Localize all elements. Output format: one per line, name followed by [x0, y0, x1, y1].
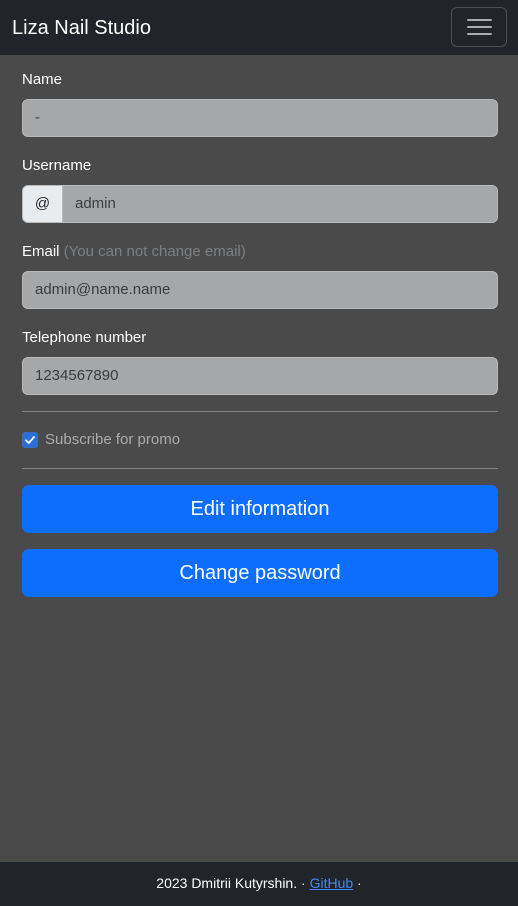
username-input-group: @ admin	[22, 185, 498, 223]
name-label: Name	[22, 71, 63, 88]
divider	[22, 468, 498, 469]
navbar-toggler-button[interactable]	[451, 7, 507, 47]
edit-information-button[interactable]: Edit information	[22, 485, 498, 533]
github-link[interactable]: GitHub	[310, 875, 354, 891]
email-field: admin@name.name	[22, 271, 498, 309]
footer-suffix: ·	[353, 875, 362, 891]
divider	[22, 411, 498, 412]
telephone-label: Telephone number	[22, 329, 147, 346]
username-field[interactable]: admin	[62, 185, 498, 223]
email-label-text: Email	[22, 243, 60, 260]
subscribe-checkbox[interactable]	[22, 432, 38, 448]
username-label: Username	[22, 157, 92, 174]
change-password-button[interactable]: Change password	[22, 549, 498, 597]
name-field[interactable]: -	[22, 99, 498, 137]
email-label: Email (You can not change email)	[22, 242, 246, 262]
subscribe-row: Subscribe for promo	[22, 431, 322, 449]
email-note: (You can not change email)	[63, 243, 246, 260]
footer: 2023 Dmitrii Kutyrshin. · GitHub ·	[0, 862, 518, 906]
navbar-brand[interactable]: Liza Nail Studio	[12, 14, 151, 42]
at-sign-addon: @	[22, 185, 63, 223]
subscribe-label[interactable]: Subscribe for promo	[45, 431, 180, 449]
navbar: Liza Nail Studio	[0, 0, 518, 55]
check-icon	[25, 436, 35, 444]
footer-text: 2023 Dmitrii Kutyrshin. ·	[156, 875, 310, 891]
telephone-field[interactable]: 1234567890	[22, 357, 498, 395]
